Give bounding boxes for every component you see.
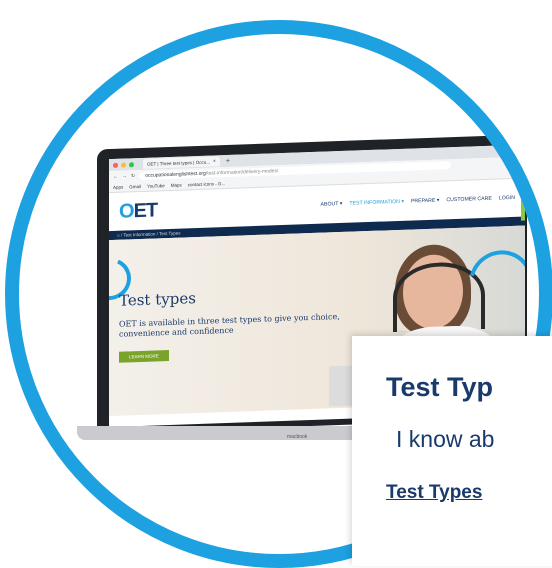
overlay-card: Test Typ I know ab Test Types [352,336,552,566]
bookmark-maps[interactable]: Maps [171,183,182,188]
oet-logo[interactable]: OET [119,199,157,223]
forward-icon[interactable]: → [122,173,127,179]
bookmark-contact-icons[interactable]: contact icons - G... [188,181,226,187]
card-title: Test Typ [386,372,494,402]
test-types-link[interactable]: Test Types [386,482,482,504]
nav-login[interactable]: LOGIN [499,195,515,202]
tab-title: OET | Three test types | Occu... [147,159,210,167]
laptop-brand: macbook [287,434,308,440]
back-icon[interactable]: ← [113,174,118,180]
hero-title: Test types [119,289,196,310]
address-domain: occupationalenglishtest.org [145,170,206,179]
new-tab-icon[interactable]: + [226,157,230,164]
nav-customer-care[interactable]: CUSTOMER CARE [446,196,491,204]
bookmark-gmail[interactable]: Gmail [129,184,141,189]
bookmark-apps[interactable]: Apps [113,185,123,190]
learn-more-button[interactable]: LEARN MORE [119,350,169,363]
reload-icon[interactable]: ↻ [131,173,135,179]
nav-test-information[interactable]: TEST INFORMATION ▾ [349,199,404,207]
main-nav: ABOUT ▾ TEST INFORMATION ▾ PREPARE ▾ CUS… [321,195,515,208]
nav-prepare[interactable]: PREPARE ▾ [411,198,439,205]
accent-bar [521,190,525,221]
address-path: /test-information/delivery-modes/ [205,168,279,177]
card-text: I know ab [396,426,495,452]
close-window-icon[interactable] [113,162,118,168]
maximize-window-icon[interactable] [129,161,134,167]
minimize-window-icon[interactable] [121,161,126,168]
bookmark-youtube[interactable]: YouTube [147,183,165,189]
tab-close-icon[interactable]: × [213,158,216,164]
hero-text: OET is available in three test types to … [119,312,340,339]
nav-about[interactable]: ABOUT ▾ [321,201,343,208]
